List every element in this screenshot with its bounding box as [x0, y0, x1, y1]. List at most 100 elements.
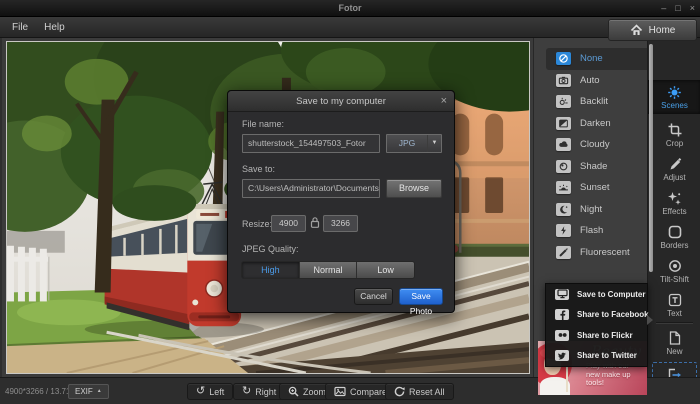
tools-panel: Scenes Crop Adjust Effects Borders Tilt-… — [647, 38, 700, 404]
quality-low-button[interactable]: Low — [356, 262, 414, 278]
sparkles-icon — [648, 190, 700, 206]
scene-label: Fluorescent — [580, 247, 630, 258]
quality-label: JPEG Quality: — [242, 244, 299, 254]
rotate-left-icon: ↺ — [196, 386, 205, 397]
close-button[interactable]: × — [690, 1, 695, 15]
crop-icon — [648, 122, 700, 138]
format-value: JPG — [387, 135, 427, 152]
file-name-input[interactable]: shutterstock_154497503_Fotor — [242, 134, 380, 153]
compare-icon — [334, 386, 346, 397]
share-item-flickr[interactable]: Share to Flickr — [546, 325, 647, 346]
darken-icon — [556, 117, 571, 130]
save-dialog: Save to my computer × File name: shutter… — [227, 90, 455, 313]
save-to-label: Save to: — [242, 164, 275, 174]
rotate-right-button[interactable]: ↻ Right — [233, 383, 285, 400]
reset-all-button[interactable]: Reset All — [385, 383, 454, 400]
scene-item-fluorescent[interactable]: Fluorescent — [546, 242, 647, 264]
chevron-down-icon: ▼ — [427, 135, 441, 152]
menubar: File Help — [0, 17, 700, 38]
scene-label: Night — [580, 204, 602, 215]
scene-item-none[interactable]: None — [546, 48, 647, 70]
scene-item-auto[interactable]: Auto — [546, 70, 647, 92]
tool-effects[interactable]: Effects — [648, 190, 700, 216]
dialog-title: Save to my computer — [228, 91, 454, 112]
dialog-close-icon[interactable]: × — [441, 94, 447, 108]
scene-label: Cloudy — [580, 139, 610, 150]
tool-tilt-shift[interactable]: Tilt-Shift — [648, 258, 700, 284]
browse-button[interactable]: Browse — [386, 179, 442, 198]
scene-label: None — [580, 53, 603, 64]
minimize-button[interactable]: – — [661, 1, 666, 15]
backlit-sun-icon — [556, 95, 571, 108]
share-menu: Save to Computer Share to Facebook Share… — [545, 283, 648, 367]
scene-item-night[interactable]: Night — [546, 199, 647, 221]
flyout-arrow — [647, 315, 653, 325]
new-file-icon — [648, 330, 700, 346]
quality-high-button[interactable]: High — [242, 262, 299, 278]
reset-icon — [394, 386, 405, 397]
scene-item-sunset[interactable]: Sunset — [546, 177, 647, 199]
scene-item-cloudy[interactable]: Cloudy — [546, 134, 647, 156]
rotate-left-button[interactable]: ↺ Left — [187, 383, 233, 400]
sunset-icon — [556, 181, 571, 194]
home-button[interactable]: Home — [608, 19, 697, 41]
monitor-icon — [555, 289, 569, 300]
menu-file[interactable]: File — [12, 22, 28, 33]
toolbar-divider — [656, 322, 693, 323]
scene-label: Flash — [580, 225, 603, 236]
scene-item-darken[interactable]: Darken — [546, 113, 647, 135]
border-frame-icon — [648, 224, 700, 240]
quality-normal-button[interactable]: Normal — [299, 262, 357, 278]
cancel-button[interactable]: Cancel — [354, 288, 393, 305]
facebook-icon — [555, 309, 569, 320]
tool-new[interactable]: New — [648, 330, 700, 356]
tool-text[interactable]: Text — [648, 292, 700, 318]
app-title: Fotor — [0, 0, 700, 17]
scene-item-shade[interactable]: Shade — [546, 156, 647, 178]
scene-item-backlit[interactable]: Backlit — [546, 91, 647, 113]
fluorescent-icon — [556, 246, 571, 259]
home-icon — [630, 24, 643, 36]
lock-icon — [310, 216, 320, 229]
flickr-icon — [555, 330, 569, 341]
triangle-up-icon: ▲ — [97, 385, 102, 398]
cloud-icon — [556, 138, 571, 151]
text-icon — [648, 292, 700, 308]
format-dropdown[interactable]: JPG ▼ — [386, 134, 442, 153]
moon-icon — [556, 203, 571, 216]
lightning-icon — [556, 224, 571, 237]
save-photo-button[interactable]: Save Photo — [399, 288, 443, 305]
scene-label: Backlit — [580, 96, 608, 107]
resize-height-field[interactable]: 3266 — [323, 215, 358, 232]
tool-scenes[interactable]: Scenes — [648, 80, 700, 114]
scenes-scrollbar[interactable] — [649, 44, 653, 272]
shade-circle-icon — [556, 160, 571, 173]
home-button-label: Home — [649, 25, 676, 36]
menu-help[interactable]: Help — [44, 22, 65, 33]
tool-adjust[interactable]: Adjust — [648, 156, 700, 182]
share-item-twitter[interactable]: Share to Twitter — [546, 346, 647, 367]
share-item-facebook[interactable]: Share to Facebook — [546, 305, 647, 326]
tool-borders[interactable]: Borders — [648, 224, 700, 250]
rotate-right-icon: ↻ — [242, 386, 251, 397]
share-item-computer[interactable]: Save to Computer — [546, 284, 647, 305]
save-path-input[interactable]: C:\Users\Administrator\Documents — [242, 179, 380, 198]
scene-label: Auto — [580, 75, 600, 86]
quality-segmented-control: High Normal Low — [241, 261, 415, 279]
window-titlebar: Fotor – □ × — [0, 0, 700, 17]
file-name-label: File name: — [242, 119, 284, 129]
resize-width-field[interactable]: 4900 — [271, 215, 306, 232]
exif-button[interactable]: EXIF ▲ — [68, 384, 109, 399]
resize-label: Resize: — [242, 219, 272, 229]
sun-icon — [648, 84, 700, 100]
scene-label: Darken — [580, 118, 611, 129]
pencil-icon — [648, 156, 700, 172]
scene-label: Shade — [580, 161, 607, 172]
tilt-shift-icon — [648, 258, 700, 274]
scene-label: Sunset — [580, 182, 610, 193]
tool-crop[interactable]: Crop — [648, 122, 700, 148]
none-icon — [556, 52, 571, 65]
scene-item-flash[interactable]: Flash — [546, 220, 647, 242]
maximize-button[interactable]: □ — [675, 1, 680, 15]
twitter-icon — [555, 350, 569, 361]
